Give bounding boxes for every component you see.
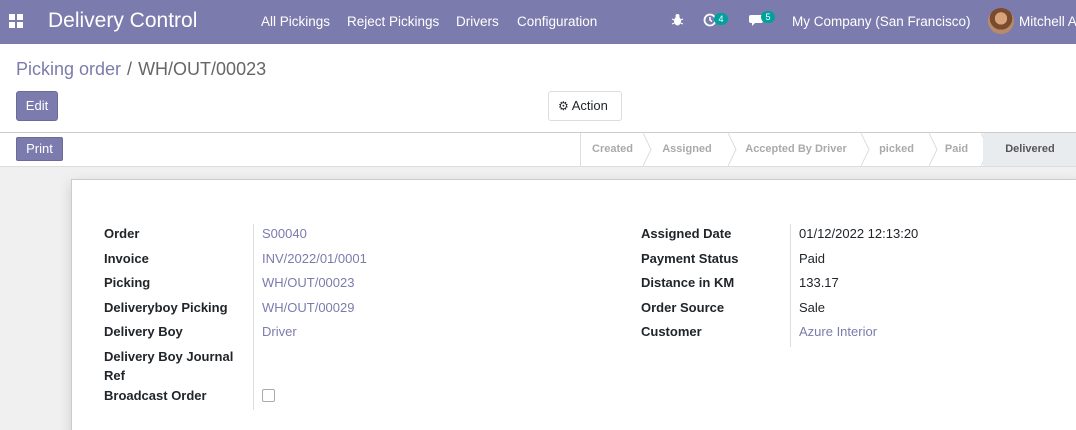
order-link[interactable]: S00040: [262, 224, 307, 243]
field-label: Deliveryboy Picking: [104, 299, 228, 315]
user-avatar[interactable]: [988, 8, 1014, 34]
field-label: Payment Status: [641, 250, 739, 266]
customer-link[interactable]: Azure Interior: [799, 322, 877, 341]
field-label: Order: [104, 226, 140, 241]
stage-label: Paid: [944, 143, 969, 155]
menu-reject-pickings[interactable]: Reject Pickings: [347, 14, 439, 29]
stage-label: Created: [592, 143, 633, 155]
stage-picked[interactable]: picked: [863, 133, 938, 166]
stage-paid[interactable]: Paid: [931, 133, 990, 166]
control-panel: Picking order / WH/OUT/00023 Edit ⚙ Action: [0, 44, 1076, 133]
messages-count-badge: 5: [761, 11, 775, 23]
app-title[interactable]: Delivery Control: [48, 9, 197, 33]
field-distance: Distance in KM 133.17: [641, 273, 1076, 298]
stage-pipeline: Created Assigned Accepted By Driver pick…: [580, 133, 1076, 166]
stage-accepted-by-driver[interactable]: Accepted By Driver: [730, 133, 870, 166]
action-dropdown-button[interactable]: ⚙ Action: [548, 91, 622, 121]
deliveryboy-picking-link[interactable]: WH/OUT/00029: [262, 298, 354, 317]
field-label: Assigned Date: [641, 226, 732, 241]
top-navbar: Delivery Control All Pickings Reject Pic…: [0, 0, 1076, 44]
stage-assigned[interactable]: Assigned: [645, 133, 737, 166]
stage-label: Assigned: [662, 143, 712, 155]
delivery-boy-link[interactable]: Driver: [262, 322, 297, 341]
stage-delivered[interactable]: Delivered: [983, 133, 1076, 166]
field-label: Order Source: [641, 299, 725, 315]
broadcast-order-checkbox[interactable]: [262, 388, 275, 402]
stage-created[interactable]: Created: [581, 133, 652, 166]
payment-status-value: Paid: [799, 250, 826, 266]
stage-label: Accepted By Driver: [745, 143, 847, 155]
breadcrumb-parent[interactable]: Picking order: [16, 59, 121, 79]
right-field-group: Assigned Date 01/12/2022 12:13:20 Paymen…: [641, 224, 1076, 347]
edit-button[interactable]: Edit: [16, 91, 58, 121]
apps-menu-icon[interactable]: [9, 14, 23, 28]
user-menu[interactable]: Mitchell Admin: [1019, 14, 1076, 29]
field-broadcast-order: Broadcast Order: [104, 386, 604, 411]
assigned-date-value: 01/12/2022 12:13:20: [799, 226, 919, 241]
menu-drivers[interactable]: Drivers: [456, 14, 499, 29]
action-label: Action: [571, 98, 608, 113]
left-field-group: Order S00040 Invoice INV/2022/01/0001 Pi…: [104, 224, 604, 410]
menu-configuration[interactable]: Configuration: [517, 14, 597, 29]
invoice-link[interactable]: INV/2022/01/0001: [262, 249, 367, 268]
order-source-value: Sale: [799, 299, 826, 315]
field-order-source: Order Source Sale: [641, 298, 1076, 323]
field-assigned-date: Assigned Date 01/12/2022 12:13:20: [641, 224, 1076, 249]
form-sheet: Order S00040 Invoice INV/2022/01/0001 Pi…: [71, 179, 1076, 430]
status-bar: Print Created Assigned Accepted By Drive…: [0, 133, 1076, 167]
distance-value: 133.17: [799, 275, 839, 290]
print-button[interactable]: Print: [16, 137, 63, 161]
field-payment-status: Payment Status Paid: [641, 249, 1076, 274]
field-delivery-boy-journal-ref: Delivery Boy Journal Ref: [104, 347, 604, 386]
menu-all-pickings[interactable]: All Pickings: [261, 14, 330, 29]
field-customer: Customer Azure Interior: [641, 322, 1076, 347]
field-label: Delivery Boy: [104, 324, 183, 339]
breadcrumb: Picking order / WH/OUT/00023: [16, 59, 266, 80]
field-label: Broadcast Order: [104, 387, 207, 403]
debug-bug-icon[interactable]: [671, 13, 684, 30]
field-label: Invoice: [104, 250, 149, 266]
field-label: Customer: [641, 324, 702, 339]
stage-label: picked: [879, 143, 914, 155]
breadcrumb-separator: /: [127, 59, 133, 79]
stage-label: Delivered: [1005, 143, 1055, 155]
company-switcher[interactable]: My Company (San Francisco): [792, 14, 971, 29]
field-picking: Picking WH/OUT/00023: [104, 273, 604, 298]
picking-link[interactable]: WH/OUT/00023: [262, 273, 354, 292]
field-deliveryboy-picking: Deliveryboy Picking WH/OUT/00029: [104, 298, 604, 323]
field-label: Delivery Boy Journal Ref: [104, 348, 234, 383]
field-label: Distance in KM: [641, 275, 735, 290]
activity-count-badge: 4: [714, 13, 728, 25]
field-label: Picking: [104, 275, 151, 290]
field-delivery-boy: Delivery Boy Driver: [104, 322, 604, 347]
field-invoice: Invoice INV/2022/01/0001: [104, 249, 604, 274]
gear-icon: ⚙: [558, 99, 569, 113]
field-order: Order S00040: [104, 224, 604, 249]
breadcrumb-current: WH/OUT/00023: [138, 59, 267, 79]
